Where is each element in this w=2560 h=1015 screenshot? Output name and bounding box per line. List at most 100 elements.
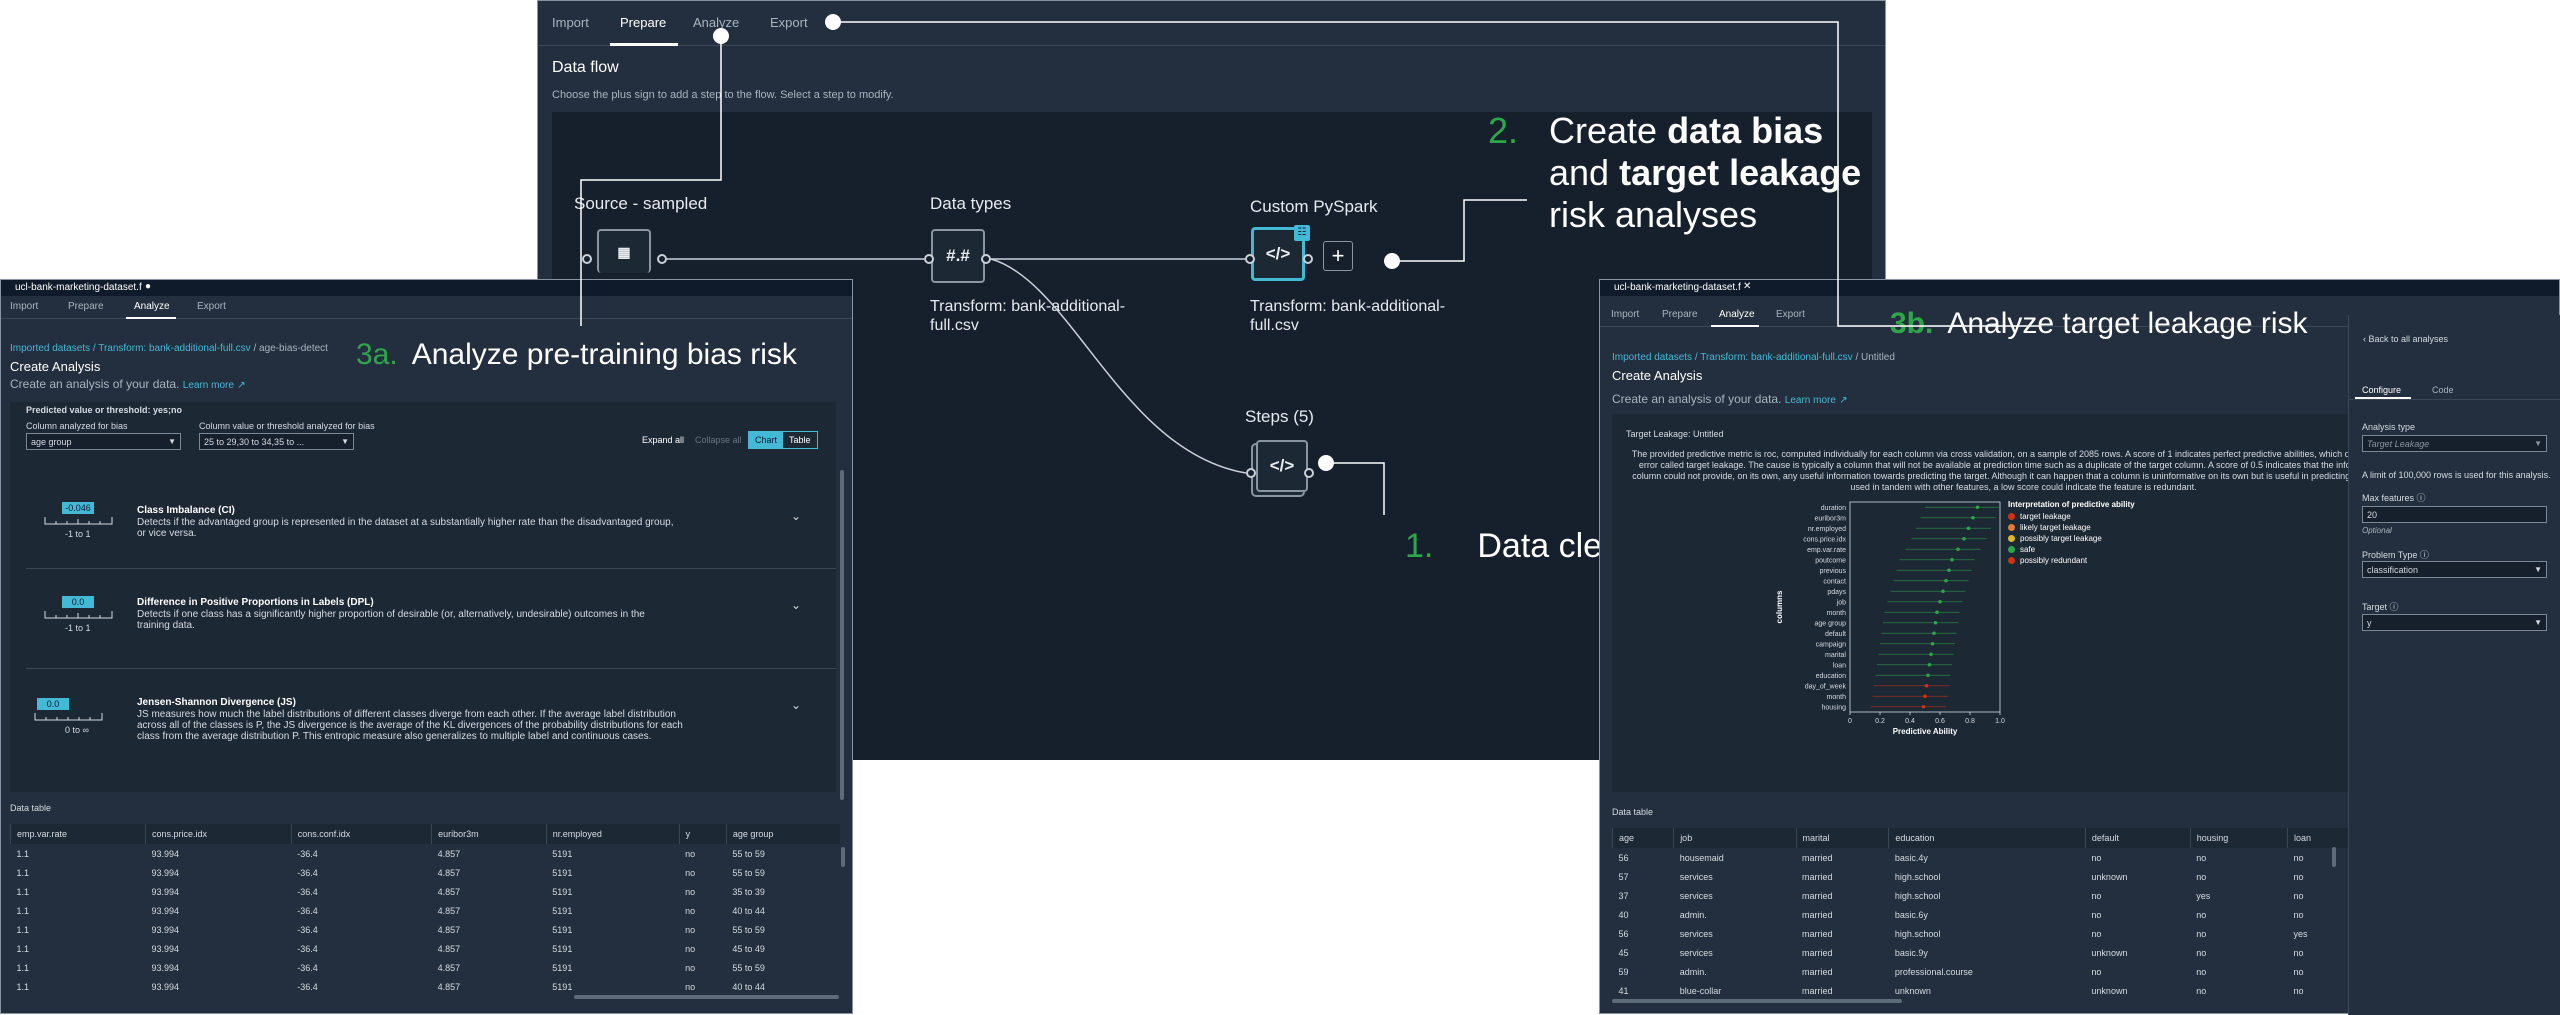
table-row[interactable]: 1.1 93.994 -36.4 4.857 5191 no 55 to 59 <box>11 920 841 939</box>
tab-code[interactable]: Code <box>2432 385 2454 395</box>
table-row[interactable]: 37 services married high.school no yes no <box>1613 886 2353 905</box>
table-cell: 56 <box>1618 852 1629 863</box>
table-cell: 1.1 <box>16 924 30 935</box>
data-point <box>1975 505 1980 510</box>
leak-column-header[interactable]: education <box>1888 828 2086 848</box>
bias-column-header[interactable]: y <box>678 824 727 844</box>
chevron-down-icon[interactable]: ⌄ <box>791 698 801 712</box>
configure-side-panel: ‹ Back to all analyses Configure Code An… <box>2348 315 2560 1015</box>
metric-row-js[interactable]: 0.0 0 to ∞ Jensen-Shannon Divergence (JS… <box>10 668 836 778</box>
tab-import[interactable]: Import <box>552 15 589 30</box>
close-icon[interactable]: ✕ <box>1743 281 1751 292</box>
learn-more-link[interactable]: Learn more <box>1785 395 1836 406</box>
table-cell: 55 to 59 <box>732 924 765 935</box>
chevron-down-icon: ▼ <box>341 437 349 446</box>
leak-column-header[interactable]: default <box>2084 828 2191 848</box>
ci-title: Class Imbalance (CI) <box>137 505 235 516</box>
leak-column-header[interactable]: marital <box>1795 828 1889 848</box>
table-cell: high.school <box>1894 871 1941 882</box>
table-cell: 93.994 <box>151 886 180 897</box>
column-select[interactable]: age group ▼ <box>26 433 181 450</box>
table-row[interactable]: 57 services married high.school unknown no no <box>1613 867 2353 886</box>
problem-type-select[interactable]: classification ▼ <box>2362 561 2547 578</box>
bias-column-header[interactable]: emp.var.rate <box>9 824 146 844</box>
info-icon[interactable]: ⓘ <box>2417 493 2426 503</box>
table-cell: no <box>685 981 696 992</box>
table-cell: 4.857 <box>437 962 461 973</box>
breadcrumb-imported[interactable]: Imported datasets <box>10 343 90 354</box>
tab-analyze[interactable]: Analyze <box>1719 309 1755 320</box>
tab-export[interactable]: Export <box>1776 309 1805 320</box>
tab-prepare[interactable]: Prepare <box>68 301 104 312</box>
bias-column-header[interactable]: cons.conf.idx <box>290 824 432 844</box>
tab-prepare[interactable]: Prepare <box>620 15 666 30</box>
leak-column-header[interactable]: loan <box>2287 828 2352 848</box>
info-icon[interactable]: ⓘ <box>2390 602 2399 612</box>
page-title: Create Analysis <box>1612 368 1703 383</box>
analysis-type-select[interactable]: Target Leakage ▼ <box>2362 435 2547 452</box>
back-link[interactable]: ‹ Back to all analyses <box>2363 334 2448 344</box>
leak-column-header[interactable]: age <box>1611 828 1674 848</box>
table-cell: 93.994 <box>151 867 180 878</box>
bias-column-header[interactable]: nr.employed <box>545 824 680 844</box>
max-features-input[interactable]: 20 <box>2362 506 2547 523</box>
metric-row-ci[interactable]: -0.046 -1 to 1 Class Imbalance (CI) Dete… <box>10 466 836 562</box>
table-vertical-scrollbar[interactable] <box>2332 847 2336 867</box>
horizontal-scrollbar[interactable] <box>574 995 839 999</box>
table-row[interactable]: 1.1 93.994 -36.4 4.857 5191 no 55 to 59 <box>11 844 841 863</box>
target-select[interactable]: y ▼ <box>2362 614 2547 631</box>
table-row[interactable]: 59 admin. married professional.course no no no <box>1613 962 2353 981</box>
tab-export[interactable]: Export <box>197 301 226 312</box>
table-cell: -36.4 <box>297 981 318 992</box>
table-row[interactable]: 56 housemaid married basic.4y no no no <box>1613 848 2353 867</box>
table-vertical-scrollbar[interactable] <box>841 847 845 867</box>
metric-row-dpl[interactable]: 0.0 -1 to 1 Difference in Positive Propo… <box>10 568 836 664</box>
page-subtitle: Create an analysis of your data. Learn m… <box>1612 392 1848 406</box>
table-row[interactable]: 45 services married basic.9y unknown no no <box>1613 943 2353 962</box>
breadcrumb-transform[interactable]: Transform: bank-additional-full.csv <box>1700 352 1852 363</box>
y-tick-label: housing <box>1821 704 1846 711</box>
table-row[interactable]: 1.1 93.994 -36.4 4.857 5191 no 40 to 44 <box>11 901 841 920</box>
bias-column-header[interactable]: cons.price.idx <box>145 824 292 844</box>
chevron-down-icon[interactable]: ⌄ <box>791 598 801 612</box>
table-view-button[interactable]: Table <box>783 432 817 448</box>
vertical-scrollbar[interactable] <box>840 470 844 800</box>
annotation-3a: 3a. Analyze pre-training bias risk <box>356 338 797 371</box>
leak-column-header[interactable]: housing <box>2189 828 2288 848</box>
table-row[interactable]: 56 services married high.school no no yes <box>1613 924 2353 943</box>
tab-configure[interactable]: Configure <box>2362 385 2401 395</box>
breadcrumb-imported[interactable]: Imported datasets <box>1612 352 1692 363</box>
table-row[interactable]: 1.1 93.994 -36.4 4.857 5191 no 55 to 59 <box>11 863 841 882</box>
expand-all-button[interactable]: Expand all <box>642 435 684 445</box>
table-row[interactable]: 41 blue-collar married unknown unknown no no <box>1613 981 2353 1000</box>
chevron-down-icon[interactable]: ⌄ <box>791 509 801 523</box>
table-row[interactable]: 1.1 93.994 -36.4 4.857 5191 no 40 to 44 <box>11 977 841 996</box>
table-cell: no <box>685 943 696 954</box>
breadcrumb-transform[interactable]: Transform: bank-additional-full.csv <box>98 343 250 354</box>
table-row[interactable]: 1.1 93.994 -36.4 4.857 5191 no 55 to 59 <box>11 958 841 977</box>
bias-column-header[interactable]: euribor3m <box>431 824 547 844</box>
table-row[interactable]: 1.1 93.994 -36.4 4.857 5191 no 45 to 49 <box>11 939 841 958</box>
tab-import[interactable]: Import <box>10 301 38 312</box>
table-cell: no <box>2293 947 2304 958</box>
bias-column-header[interactable]: age group <box>725 824 840 844</box>
collapse-all-button[interactable]: Collapse all <box>695 435 742 445</box>
table-cell: 4.857 <box>437 867 461 878</box>
tab-analyze[interactable]: Analyze <box>134 301 170 312</box>
table-row[interactable]: 40 admin. married basic.6y no no no <box>1613 905 2353 924</box>
horizontal-scrollbar[interactable] <box>1612 999 1902 1003</box>
learn-more-link[interactable]: Learn more <box>183 380 234 391</box>
tab-export[interactable]: Export <box>770 15 808 30</box>
table-row[interactable]: 1.1 93.994 -36.4 4.857 5191 no 35 to 39 <box>11 882 841 901</box>
value-select[interactable]: 25 to 29,30 to 34,35 to ... ▼ <box>199 433 354 450</box>
table-cell: 1.1 <box>16 848 30 859</box>
chart-view-button[interactable]: Chart <box>749 432 784 448</box>
leak-column-header[interactable]: job <box>1673 828 1797 848</box>
table-cell: unknown <box>2091 985 2128 996</box>
table-cell: no <box>2196 985 2207 996</box>
tab-import[interactable]: Import <box>1611 309 1639 320</box>
tab-analyze[interactable]: Analyze <box>693 15 739 30</box>
tab-prepare[interactable]: Prepare <box>1662 309 1698 320</box>
legend-label: safe <box>2020 545 2036 554</box>
info-icon[interactable]: ⓘ <box>2420 550 2429 560</box>
